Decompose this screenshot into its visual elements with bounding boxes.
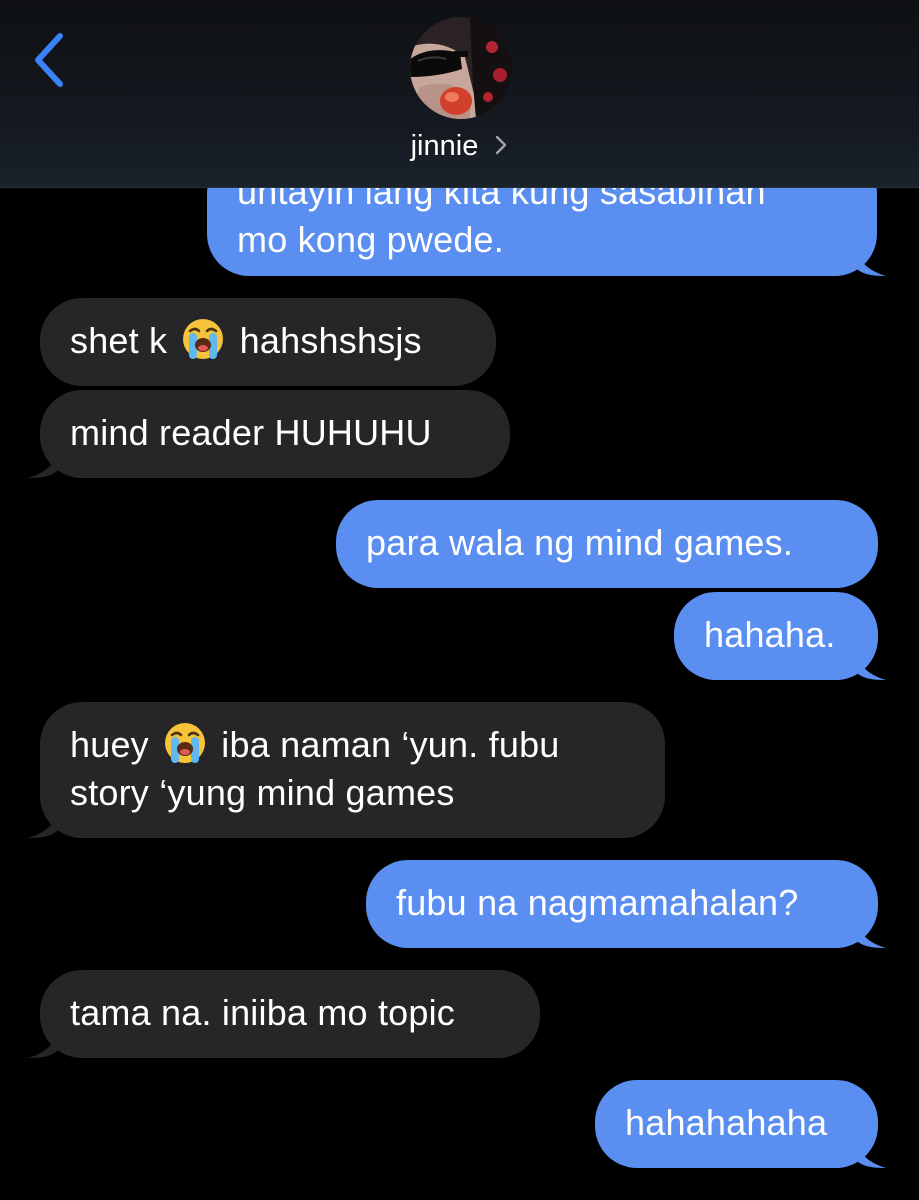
loudly-crying-face-icon [183, 319, 224, 359]
conversation-header: jinnie [0, 0, 919, 188]
message-text: tama na. iniiba mo topic [70, 992, 455, 1033]
message-text: iba naman ‘yun. fubu [221, 724, 560, 765]
message-text: fubu na nagmamahalan? [396, 882, 799, 923]
message-text: hahaha. [704, 614, 836, 655]
bubble-tail [28, 448, 58, 478]
bubble-tail [28, 808, 58, 838]
loudly-crying-face-icon [165, 723, 206, 763]
bubble-tail [28, 1028, 58, 1058]
message-bubble-incoming[interactable]: shet k hahshshsjs [40, 298, 496, 386]
message-text: hahshshsjs [239, 320, 422, 361]
message-bubble-outgoing[interactable]: fubu na nagmamahalan? [366, 860, 878, 948]
message-text: huey [70, 724, 149, 765]
bubble-tail [856, 1138, 886, 1168]
avatar-image [410, 17, 512, 119]
contact-name-button[interactable]: jinnie [0, 124, 919, 168]
message-text: mind reader HUHUHU [70, 412, 432, 453]
message-bubble-incoming[interactable]: huey iba naman ‘yun. fubu story ‘yung mi… [40, 702, 665, 838]
bubble-tail [856, 650, 886, 680]
message-text: shet k [70, 320, 168, 361]
message-bubble-outgoing[interactable]: para wala ng mind games. [336, 500, 878, 588]
message-bubble-incoming[interactable]: tama na. iniiba mo topic [40, 970, 540, 1058]
contact-name: jinnie [410, 130, 479, 162]
avatar[interactable] [410, 17, 512, 119]
bubble-tail [856, 918, 886, 948]
chevron-left-icon[interactable] [26, 30, 76, 90]
bubble-tail [856, 246, 886, 276]
message-text: para wala ng mind games. [366, 522, 794, 563]
chevron-right-icon [496, 135, 507, 155]
message-text: hahahahaha [625, 1102, 828, 1143]
message-text: story ‘yung mind games [70, 772, 455, 813]
message-bubble-outgoing[interactable]: hahaha. [674, 592, 878, 680]
message-bubble-incoming[interactable]: mind reader HUHUHU [40, 390, 510, 478]
message-bubble-outgoing[interactable]: hahahahaha [595, 1080, 878, 1168]
message-text: mo kong pwede. [237, 219, 504, 260]
